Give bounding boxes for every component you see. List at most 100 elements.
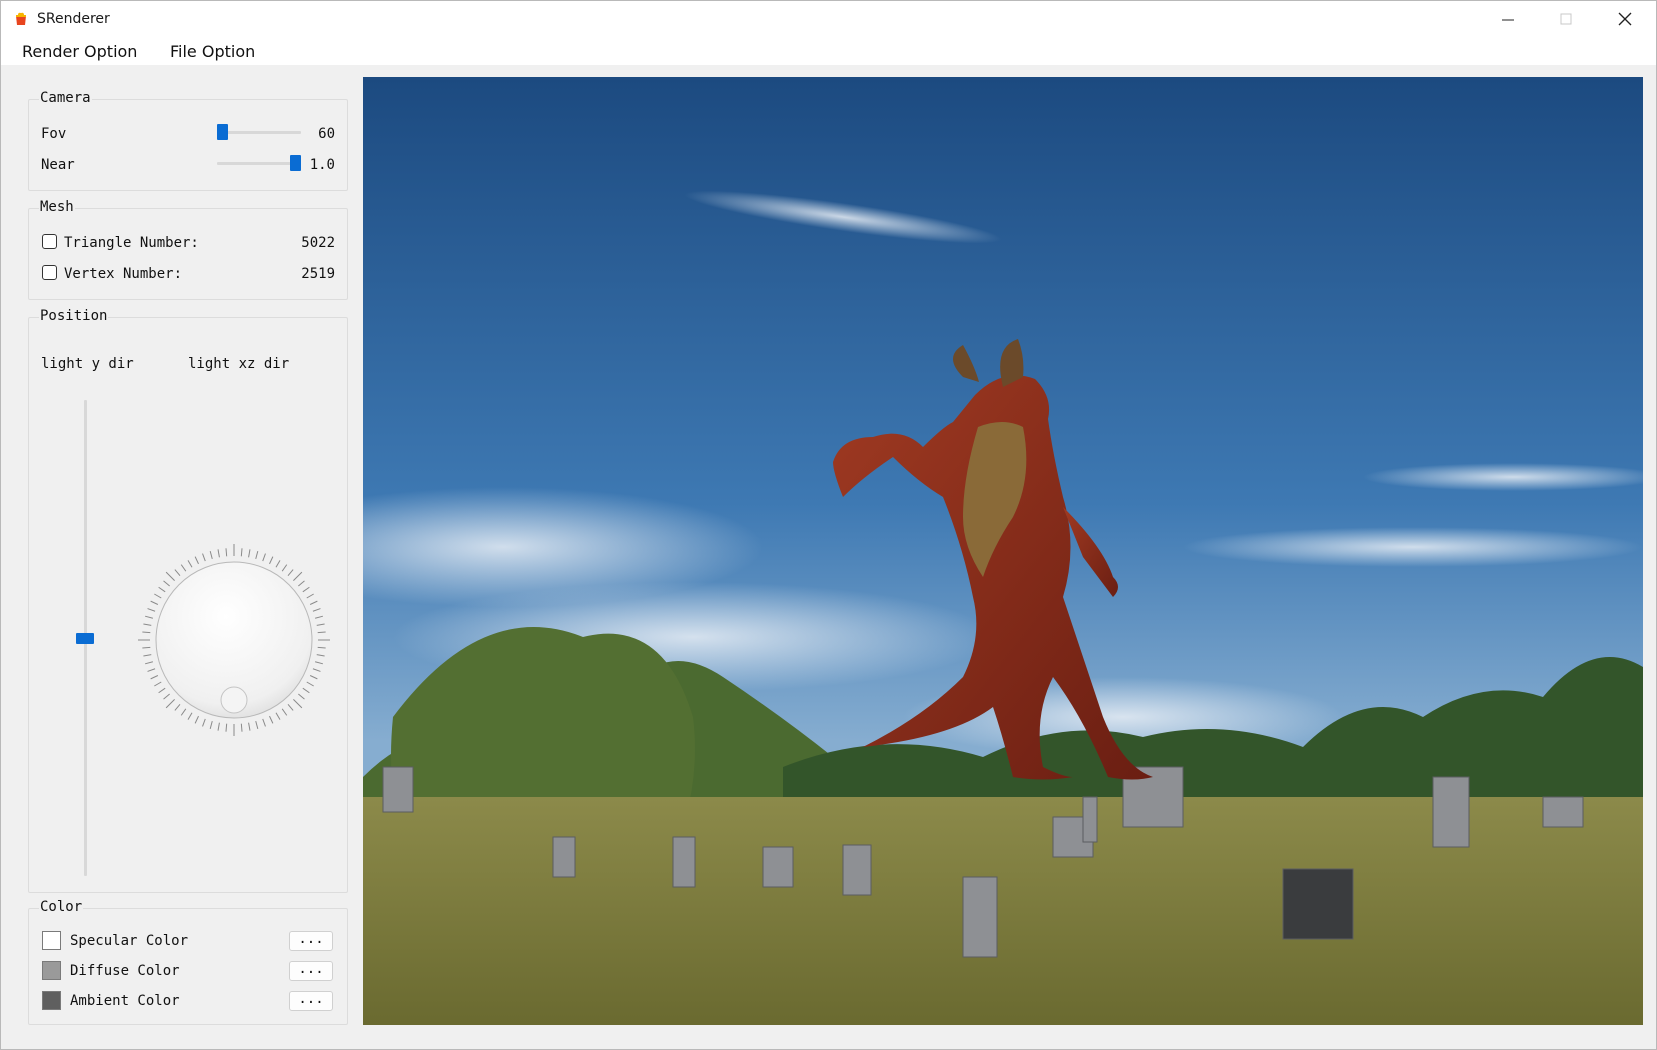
dial-tick: [293, 571, 303, 581]
ambient-color-button[interactable]: ...: [289, 991, 333, 1011]
light-xz-dial[interactable]: [136, 542, 332, 738]
menu-render-option[interactable]: Render Option: [22, 42, 137, 61]
dial-tick: [145, 661, 153, 665]
dial-tick: [180, 708, 187, 716]
dial-knob[interactable]: [220, 686, 248, 714]
dial-tick: [194, 556, 199, 565]
light-xz-label: light xz dir: [188, 356, 290, 372]
dial-tick: [150, 675, 159, 680]
dial-tick: [217, 549, 220, 558]
dial-tick: [143, 623, 152, 626]
dial-tick: [145, 615, 153, 619]
dial-tick: [225, 548, 228, 557]
dial-tick: [202, 553, 206, 562]
dial-tick: [316, 623, 325, 626]
mesh-group-title: Mesh: [39, 199, 75, 215]
diffuse-swatch: [42, 961, 61, 980]
ambient-swatch: [42, 991, 61, 1010]
dial-tick: [312, 668, 321, 672]
dial-tick: [269, 715, 274, 724]
dial-tick: [154, 681, 162, 687]
dial-tick: [209, 551, 213, 559]
dial-tick: [306, 681, 314, 687]
dial-tick: [316, 654, 325, 657]
dial-tick: [154, 593, 162, 599]
position-group: Position light y dir light xz dir: [28, 308, 348, 893]
specular-label: Specular Color: [70, 933, 189, 949]
dial-tick: [275, 712, 281, 720]
color-group: Color Specular Color ... Diffuse Color .…: [28, 899, 348, 1025]
dial-tick: [150, 600, 159, 605]
dial-tick: [187, 712, 193, 720]
vertex-value: 2519: [301, 266, 335, 282]
maximize-icon: [1560, 13, 1572, 25]
light-y-slider-handle[interactable]: [76, 633, 94, 644]
dial-tick: [217, 722, 220, 731]
specular-swatch: [42, 931, 61, 950]
dial-tick: [255, 551, 259, 559]
close-icon: [1618, 12, 1632, 26]
dial-tick: [174, 569, 181, 576]
dial-tick: [317, 646, 326, 649]
fov-slider-handle[interactable]: [217, 124, 228, 140]
dial-tick: [275, 560, 281, 568]
dial-tick: [287, 704, 294, 711]
fov-slider-track[interactable]: [217, 131, 301, 134]
window-title: SRenderer: [37, 11, 110, 27]
maximize-button[interactable]: [1537, 1, 1595, 37]
dial-tick: [309, 675, 318, 680]
fov-value: 60: [318, 126, 335, 142]
dial-tick: [287, 569, 294, 576]
dial-tick: [306, 593, 314, 599]
minimize-icon: [1502, 19, 1514, 21]
dial-tick: [163, 693, 170, 700]
menu-file-option[interactable]: File Option: [170, 42, 255, 61]
triangle-checkbox[interactable]: [42, 234, 57, 249]
dial-tick: [281, 564, 288, 572]
dial-tick: [309, 600, 318, 605]
dial-tick: [255, 721, 259, 729]
near-label: Near: [41, 157, 75, 173]
dial-tick: [174, 704, 181, 711]
dial-tick: [293, 699, 303, 709]
diffuse-color-button[interactable]: ...: [289, 961, 333, 981]
camera-group-title: Camera: [39, 90, 92, 106]
dial-tick: [165, 699, 175, 709]
vertex-label: Vertex Number:: [64, 266, 183, 282]
dial-tick: [158, 586, 166, 593]
menu-bar: Render Option File Option: [1, 37, 1656, 65]
dial-tick: [262, 718, 266, 727]
dial-tick: [209, 721, 213, 729]
minimize-button[interactable]: [1479, 1, 1537, 37]
dial-tick: [248, 722, 251, 731]
dial-tick: [302, 687, 310, 694]
color-group-title: Color: [39, 899, 84, 915]
dial-tick: [147, 668, 156, 672]
app-window: SRenderer Render Option File Option Came…: [0, 0, 1657, 1050]
vertex-checkbox[interactable]: [42, 265, 57, 280]
dial-tick: [312, 608, 321, 612]
dial-tick: [142, 646, 151, 649]
triangle-label: Triangle Number:: [64, 235, 199, 251]
mesh-group: Mesh Triangle Number: 5022 Vertex Number…: [28, 199, 348, 300]
dial-tick: [248, 549, 251, 558]
dial-tick: [143, 654, 152, 657]
dial-tick: [240, 548, 243, 557]
rendered-scene: [363, 77, 1643, 1025]
dial-tick: [147, 608, 156, 612]
near-slider-handle[interactable]: [290, 155, 301, 171]
dial-tick: [298, 580, 305, 587]
dial-tick: [163, 580, 170, 587]
dial-tick: [240, 723, 243, 732]
specular-color-button[interactable]: ...: [289, 931, 333, 951]
dial-tick: [298, 693, 305, 700]
dial-tick: [302, 586, 310, 593]
render-viewport[interactable]: [363, 77, 1643, 1025]
close-button[interactable]: [1596, 1, 1654, 37]
dial-tick: [187, 560, 193, 568]
dial-tick: [262, 553, 266, 562]
light-y-label: light y dir: [41, 356, 134, 372]
near-slider-track[interactable]: [217, 162, 301, 165]
dial-tick: [315, 615, 323, 619]
diffuse-label: Diffuse Color: [70, 963, 180, 979]
